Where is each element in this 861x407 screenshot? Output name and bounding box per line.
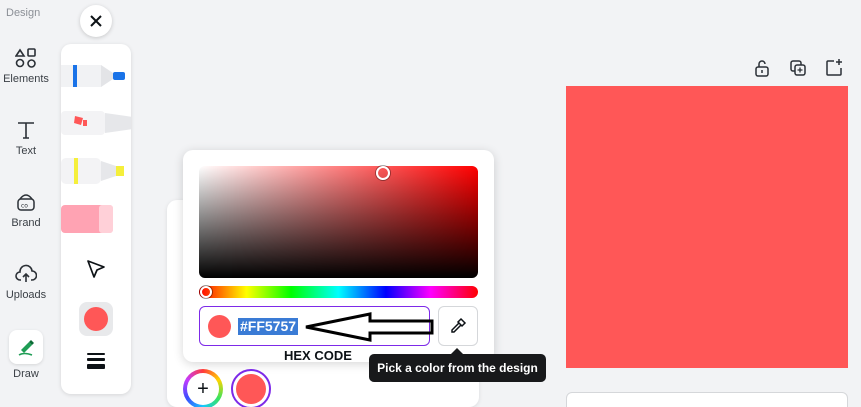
hue-slider-handle[interactable]: [200, 286, 212, 298]
draw-icon: [18, 340, 34, 356]
add-color-button[interactable]: +: [183, 369, 223, 407]
rail-design-label: Design: [6, 7, 41, 19]
eyedropper-icon: [451, 317, 467, 333]
rail-item-draw[interactable]: Draw: [0, 330, 52, 380]
close-icon: [90, 15, 102, 27]
highlighter-tool-tip: [116, 166, 124, 176]
eraser-tool[interactable]: [61, 202, 131, 236]
design-canvas[interactable]: [566, 86, 848, 368]
marker-tool[interactable]: [61, 106, 131, 140]
hex-color-swatch: [208, 315, 231, 338]
annotation-arrow: [305, 312, 434, 342]
svg-text:co: co: [21, 203, 28, 210]
annotation-label: HEX CODE: [284, 348, 352, 363]
rail-item-label: Elements: [3, 73, 49, 85]
select-arrow-icon[interactable]: [85, 258, 107, 280]
rail-item-label: Text: [15, 145, 37, 157]
rail-item-text[interactable]: Text: [0, 119, 52, 157]
lock-icon[interactable]: [752, 58, 772, 78]
brand-icon: co: [17, 194, 35, 211]
swatch-color: [236, 374, 266, 404]
current-color-swatch: [84, 307, 108, 331]
left-rail: Design Elements Text co Brand Uploads Dr…: [0, 0, 52, 407]
color-swatch-selected[interactable]: [231, 369, 271, 407]
duplicate-page-icon[interactable]: [788, 58, 808, 78]
uploads-icon: [15, 264, 37, 282]
rail-item-elements[interactable]: Elements: [0, 47, 52, 85]
rail-item-label: Draw: [13, 368, 39, 380]
saturation-value-area[interactable]: [199, 166, 478, 278]
hex-input-value[interactable]: #FF5757: [238, 318, 299, 335]
add-page-button[interactable]: [566, 392, 848, 407]
plus-icon: +: [187, 373, 219, 405]
color-swatch-button[interactable]: [79, 302, 113, 336]
close-button[interactable]: [80, 5, 112, 37]
add-page-icon[interactable]: [824, 58, 844, 78]
pen-tool-color-band: [73, 65, 77, 87]
rail-item-brand[interactable]: co Brand: [0, 191, 52, 229]
rail-item-uploads[interactable]: Uploads: [0, 263, 52, 301]
weight-menu-icon[interactable]: [87, 353, 105, 372]
rail-item-label: Uploads: [5, 289, 47, 301]
rail-item-label: Brand: [11, 217, 41, 229]
hue-slider[interactable]: [199, 286, 478, 298]
elements-icon: [15, 48, 36, 68]
pen-tool[interactable]: [61, 60, 131, 94]
draw-tools-panel: [61, 44, 131, 394]
pen-tool-tip: [113, 72, 125, 80]
saturation-handle[interactable]: [376, 166, 390, 180]
highlighter-tool-color-band: [74, 158, 78, 184]
highlighter-tool[interactable]: [61, 154, 131, 188]
text-icon: [18, 122, 34, 139]
eyedropper-button[interactable]: [438, 306, 478, 346]
eyedropper-tooltip: Pick a color from the design: [369, 348, 546, 382]
